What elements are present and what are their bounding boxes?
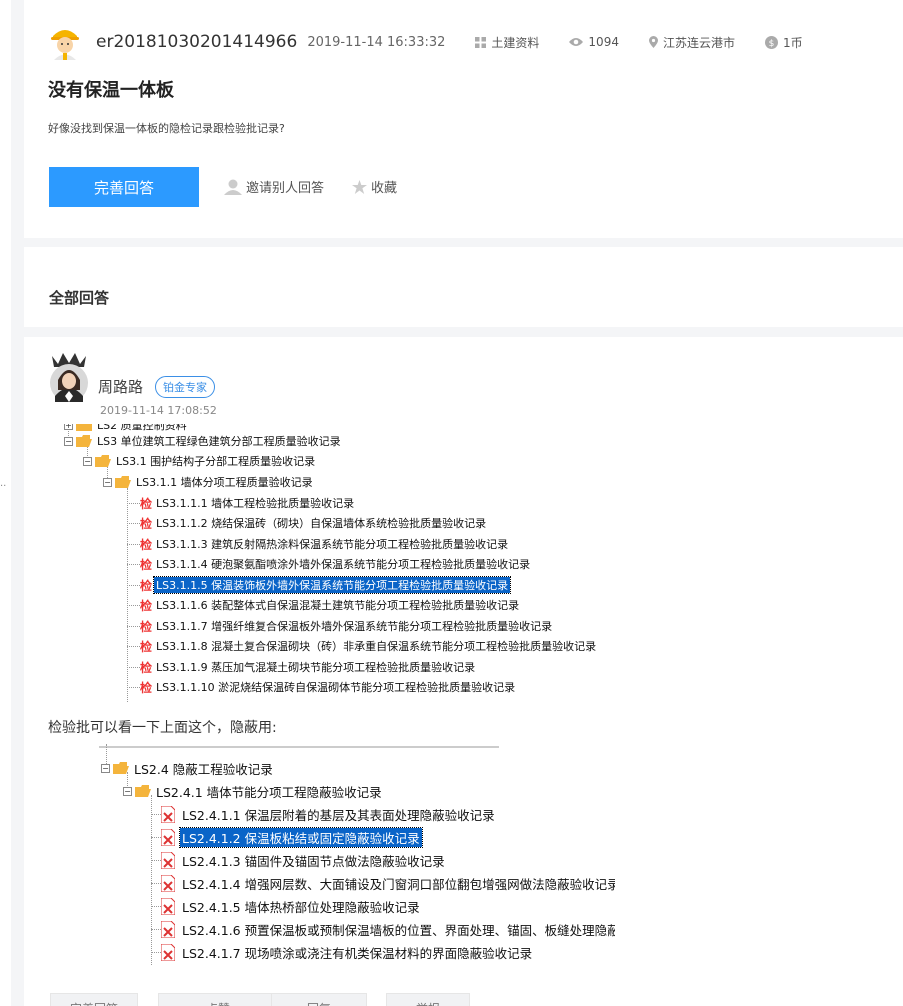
tree1-leaf: 检 LS3.1.1.4 硬泡聚氨酯喷涂外墙外保温系统节能分项工程检验批质量验收记录 [127, 554, 532, 574]
pdf-file-icon [161, 851, 175, 869]
tree1-leaf: 检 LS3.1.1.1 墙体工程检验批质量验收记录 [127, 493, 356, 513]
reply-button[interactable]: 回复 [271, 993, 367, 1006]
tree1-node-2: − LS3.1.1 墙体分项工程质量验收记录 [103, 476, 313, 489]
tree1-leaf: 检 LS3.1.1.2 烧结保温砖（砌块）自保温墙体系统检验批质量验收记录 [127, 513, 488, 533]
tree1-leaf: 检 LS3.1.1.9 蒸压加气混凝土砌块节能分项工程检验批质量验收记录 [127, 657, 477, 677]
inspection-icon: 检 [140, 537, 153, 552]
inspection-icon: 检 [140, 639, 153, 654]
inspection-icon: 检 [140, 680, 153, 695]
tree2-leaf: LS2.4.1.3 锚固件及锚固节点做法隐蔽验收记录 [151, 850, 447, 870]
tree2-leaf: LS2.4.1.5 墙体热桥部位处理隐蔽验收记录 [151, 896, 422, 916]
views-meta: 1094 [569, 35, 619, 49]
tree1-leaf: 检 LS3.1.1.8 混凝土复合保温砌块（砖）非承重自保温系统节能分项工程检验批… [127, 636, 598, 656]
like-button[interactable]: 点赞 [158, 993, 278, 1006]
category-label: 土建资料 [491, 35, 540, 50]
pdf-file-icon [161, 943, 175, 961]
folder-open-icon [95, 455, 111, 467]
question-title: 没有保温一体板 [48, 80, 174, 101]
star-icon [352, 179, 367, 194]
views-count: 1094 [588, 35, 619, 49]
tree2-leaf: LS2.4.1.7 现场喷涂或浇注有机类保温材料的界面隐蔽验收记录 [151, 942, 534, 962]
improve-answer-button[interactable]: 完善回答 [49, 167, 199, 207]
collect-label: 收藏 [371, 181, 398, 196]
question-meta: er20181030201414966 2019-11-14 16:33:32 … [48, 22, 833, 62]
question-card: er20181030201414966 2019-11-14 16:33:32 … [24, 0, 903, 238]
invite-answer-label: 邀请别人回答 [246, 181, 325, 196]
collect-button[interactable]: 收藏 [352, 177, 397, 196]
tree1-leaf-selected: 检 LS3.1.1.5 保温装饰板外墙外保温系统节能分项工程检验批质量验收记录 [127, 575, 512, 595]
answer-text: 检验批可以看一下上面这个，隐蔽用: [48, 720, 277, 736]
grid-icon [475, 36, 487, 48]
tree2-leaf: LS2.4.1.4 增强网层数、大面铺设及门窗洞口部位翻包增强网做法隐蔽验收记录 [151, 873, 615, 893]
left-panel-ellipsis: .. [0, 478, 7, 489]
tree2-node-0: − LS2.4 隐蔽工程验收记录 [101, 761, 273, 777]
left-panel-edge [0, 0, 11, 1006]
invite-answer-button[interactable]: 邀请别人回答 [224, 177, 324, 196]
inspection-icon: 检 [140, 660, 153, 675]
question-date: 2019-11-14 16:33:32 [307, 34, 446, 50]
answer-card: 周路路 铂金专家 2019-11-14 17:08:52 + LS2 质量控制资… [24, 337, 903, 1006]
inspection-icon: 检 [140, 598, 153, 613]
question-username[interactable]: er20181030201414966 [96, 32, 297, 52]
tree-image-2: − LS2.4 隐蔽工程验收记录 − LS2.4.1 墙体节能分项工程隐蔽验收记… [75, 742, 615, 968]
pdf-file-icon [161, 920, 175, 938]
answerer-name[interactable]: 周路路 [98, 376, 143, 397]
worker-avatar-icon[interactable] [48, 24, 82, 60]
pdf-file-icon [161, 805, 175, 823]
tree2-leaf: LS2.4.1.6 预置保温板或预制保温墙板的位置、界面处理、锚固、板缝处理隐蔽… [151, 919, 615, 939]
expert-avatar[interactable] [48, 350, 90, 402]
inspection-icon: 检 [140, 516, 153, 531]
reward-label: 1币 [782, 35, 803, 50]
tree1-node-0: − LS3 单位建筑工程绿色建筑分部工程质量验收记录 [64, 435, 341, 448]
pdf-file-icon [161, 874, 175, 892]
tree2-leaf-selected: LS2.4.1.2 保温板粘结或固定隐蔽验收记录 [151, 826, 423, 848]
inspection-icon: 检 [140, 578, 153, 593]
category-meta[interactable]: 土建资料 [475, 34, 539, 51]
folder-open-icon [113, 762, 129, 774]
inspection-icon: 检 [140, 557, 153, 572]
location-pin-icon [648, 36, 658, 48]
reward-meta: $ 1币 [764, 34, 803, 51]
folder-open-icon [135, 785, 151, 797]
inspection-icon: 检 [140, 619, 153, 634]
report-button[interactable]: 举报 [386, 993, 470, 1006]
pdf-file-icon [161, 897, 175, 915]
tree2-leaf: LS2.4.1.1 保温层附着的基层及其表面处理隐蔽验收记录 [151, 804, 497, 824]
location-label: 江苏连云港市 [662, 35, 735, 50]
tree1-node-1: − LS3.1 围护结构子分部工程质量验收记录 [83, 455, 316, 468]
question-description: 好像没找到保温一体板的隐检记录跟检验批记录? [48, 122, 285, 135]
tree-image-1: + LS2 质量控制资料 − LS3 单位建筑工程绿色建筑分部工程质量验收记录 … [64, 424, 614, 706]
answer-improve-button[interactable]: 完善回答 [50, 993, 138, 1006]
coin-icon: $ [764, 35, 778, 49]
tree1-leaf: 检 LS3.1.1.3 建筑反射隔热涂料保温系统节能分项工程检验批质量验收记录 [127, 534, 510, 554]
folder-open-icon [76, 435, 92, 447]
inspection-icon: 检 [140, 496, 153, 511]
svg-text:$: $ [769, 39, 775, 49]
invite-user-icon [224, 179, 242, 195]
expert-badge: 铂金专家 [155, 376, 215, 398]
tree1-leaf: 检 LS3.1.1.10 淤泥烧结保温砖自保温砌体节能分项工程检验批质量验收记录 [127, 677, 517, 697]
folder-open-icon [115, 476, 131, 488]
eye-icon [569, 38, 584, 46]
tree1-leaf: 检 LS3.1.1.7 增强纤维复合保温板外墙外保温系统节能分项工程检验批质量验收… [127, 616, 554, 636]
tree2-node-1: − LS2.4.1 墙体节能分项工程隐蔽验收记录 [123, 784, 382, 800]
location-meta: 江苏连云港市 [648, 34, 735, 51]
answer-date: 2019-11-14 17:08:52 [100, 404, 217, 417]
tree1-leaf: 检 LS3.1.1.6 装配整体式自保温混凝土建筑节能分项工程检验批质量验收记录 [127, 595, 521, 615]
folder-icon [76, 424, 92, 431]
all-answers-title: 全部回答 [49, 289, 110, 307]
pdf-file-icon [161, 828, 175, 846]
all-answers-header: 全部回答 [24, 247, 903, 327]
